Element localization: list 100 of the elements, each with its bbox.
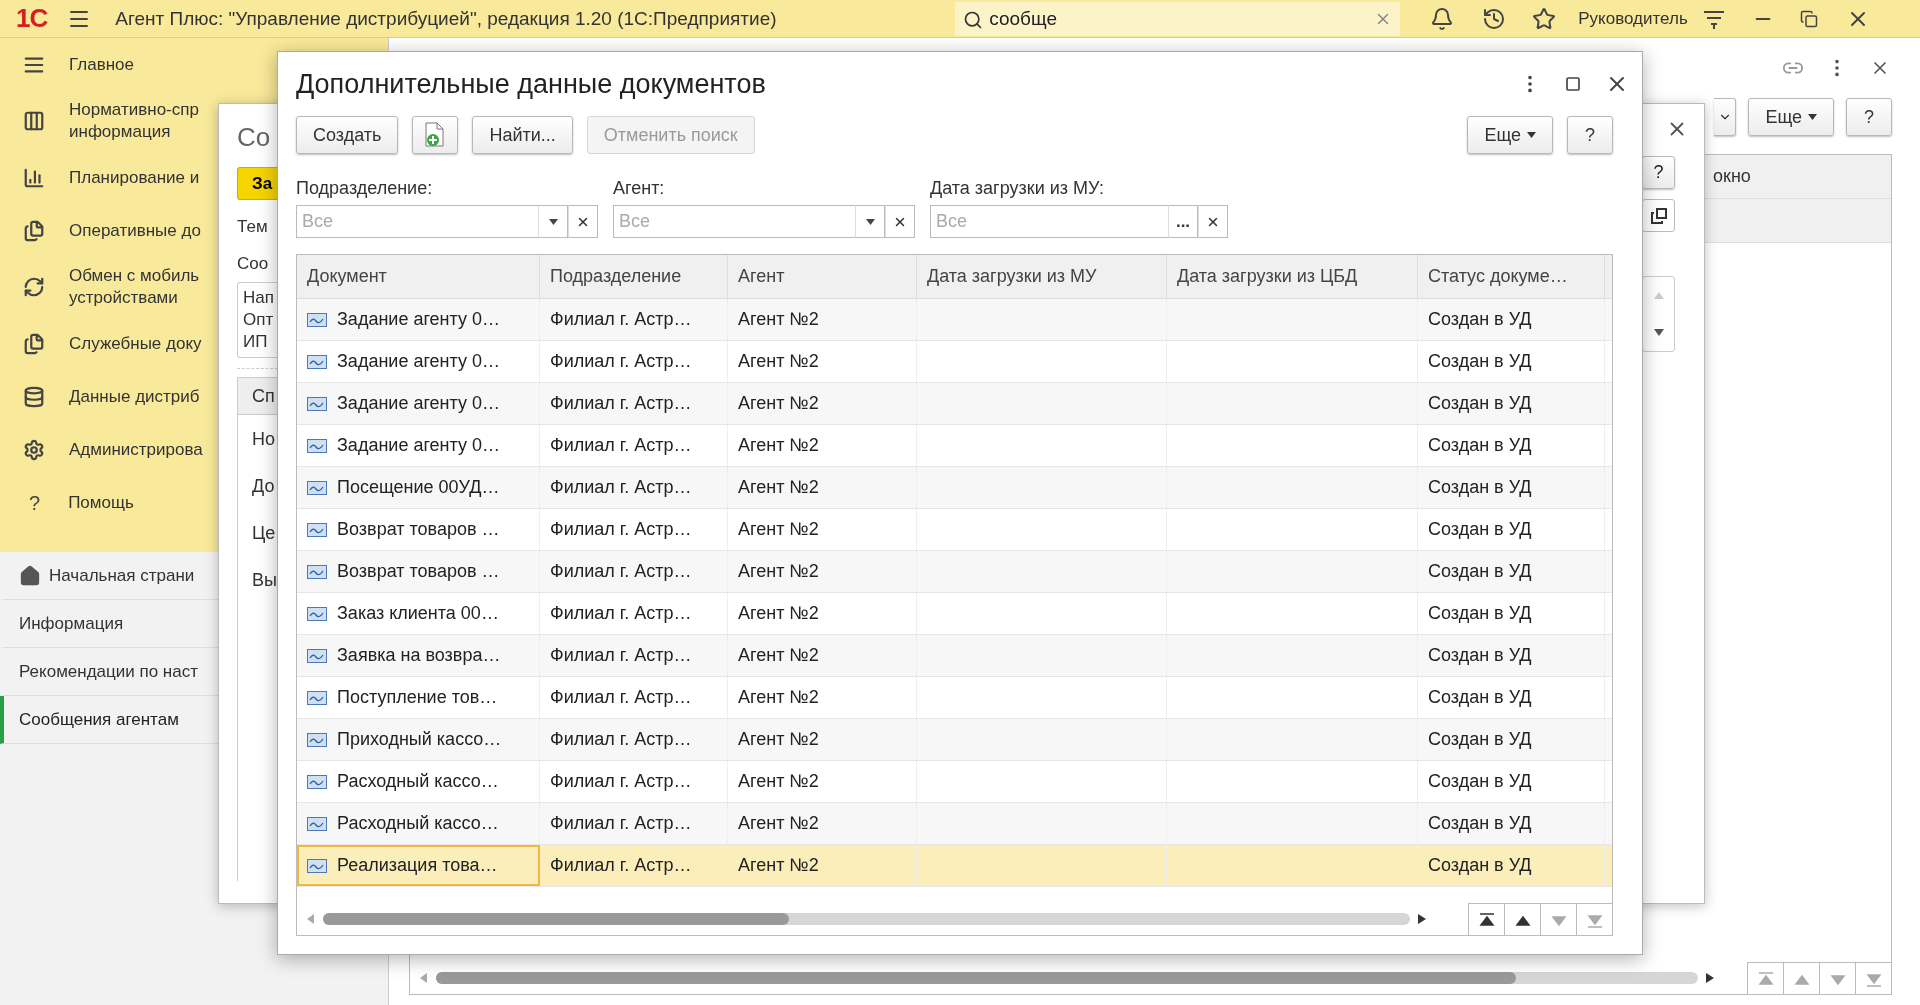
table-cell: Филиал г. Астр…	[550, 687, 692, 708]
document-icon	[307, 732, 327, 747]
section-link[interactable]: Обмен с мобиль устройствами	[69, 265, 200, 309]
history-icon[interactable]	[1482, 6, 1507, 31]
section-link[interactable]: Служебные доку	[69, 332, 202, 355]
table-row[interactable]: Возврат товаров … Филиал г. Астр… Агент №2 Создан в УД	[297, 509, 1612, 551]
table-row[interactable]: Задание агенту 0… Филиал г. Астр… Агент №2 Создан в УД	[297, 383, 1612, 425]
caret-icon	[548, 218, 558, 225]
column-header[interactable]: Статус докуме…	[1418, 255, 1605, 298]
table-row[interactable]: Возврат товаров … Филиал г. Астр… Агент №2 Создан в УД	[297, 551, 1612, 593]
scrollbar-track[interactable]	[323, 913, 1410, 925]
table-row[interactable]: Поступление тов… Филиал г. Астр… Агент №2 Создан в УД	[297, 677, 1612, 719]
section-link[interactable]: Нормативно-спр информация	[69, 99, 199, 143]
toolbar-button[interactable]: Найти...	[472, 116, 573, 154]
scroll-right-icon[interactable]	[1418, 914, 1426, 924]
column-header[interactable]: Подразделение	[540, 255, 728, 298]
tab[interactable]: Сп	[237, 377, 278, 415]
toolbar-button[interactable]: Создать	[296, 116, 399, 154]
section-link[interactable]: Администрирова	[69, 438, 203, 461]
help-button[interactable]: ?	[1642, 156, 1675, 189]
help-button[interactable]: ?	[1846, 98, 1892, 136]
help-button[interactable]: ?	[1567, 116, 1613, 154]
column-header[interactable]: Агент	[728, 255, 917, 298]
table-cell: Задание агенту 0…	[337, 393, 500, 414]
caret-icon	[865, 218, 875, 225]
dropdown-button[interactable]	[538, 205, 568, 238]
down-icon[interactable]	[1653, 329, 1664, 336]
section-link[interactable]: Главное	[69, 53, 134, 76]
table-cell: Создан в УД	[1428, 393, 1532, 414]
filter-field[interactable]: Все	[930, 205, 1168, 238]
scroll-up-button[interactable]	[1504, 903, 1540, 935]
table-cell: Агент №2	[738, 435, 819, 456]
user-name[interactable]: Руководитель	[1578, 8, 1688, 29]
filter-label: Подразделение:	[296, 178, 434, 199]
caret-icon	[1808, 114, 1817, 120]
section-link[interactable]: Данные дистриб	[69, 385, 200, 408]
maximize-icon[interactable]	[1565, 76, 1581, 92]
field-label: Тем	[237, 217, 269, 237]
table-cell: Задание агенту 0…	[337, 435, 500, 456]
add-document-button[interactable]	[412, 116, 459, 154]
document-icon	[307, 648, 327, 663]
table-cell: Реализация това…	[337, 855, 498, 876]
table-row[interactable]: Посещение 00УД… Филиал г. Астр… Агент №2 Создан в УД	[297, 467, 1612, 509]
table-row[interactable]: Задание агенту 0… Филиал г. Астр… Агент №2 Создан в УД	[297, 425, 1612, 467]
filter-label: Дата загрузки из МУ:	[930, 178, 1106, 199]
column-header[interactable]: Документ	[297, 255, 540, 298]
table-row[interactable]: Реализация това… Филиал г. Астр… Агент №2 Создан в УД	[297, 845, 1612, 887]
table-cell: Филиал г. Астр…	[550, 351, 692, 372]
filter-field[interactable]: Все	[296, 205, 538, 238]
table-cell: Агент №2	[738, 477, 819, 498]
section-link[interactable]: Помощь	[68, 491, 134, 514]
table-row[interactable]: Расходный кассо… Филиал г. Астр… Агент №2 Создан в УД	[297, 761, 1612, 803]
table-cell: Агент №2	[738, 603, 819, 624]
document-icon	[307, 858, 327, 873]
table-cell: Создан в УД	[1428, 435, 1532, 456]
section-icon	[23, 219, 45, 242]
table-row[interactable]: Расходный кассо… Филиал г. Астр… Агент №2 Создан в УД	[297, 803, 1612, 845]
clear-button[interactable]	[1198, 205, 1228, 238]
scroll-right-icon[interactable]	[1706, 973, 1714, 983]
caret-icon	[1527, 132, 1536, 138]
document-icon	[307, 690, 327, 705]
table-row[interactable]: Заказ клиента 00… Филиал г. Астр… Агент №2 Создан в УД	[297, 593, 1612, 635]
scrollbar-thumb[interactable]	[323, 913, 789, 925]
section-link[interactable]: Планирование и	[69, 166, 200, 189]
dropdown-button[interactable]	[855, 205, 885, 238]
more-button[interactable]: Еще	[1467, 116, 1553, 154]
table-cell: Агент №2	[738, 687, 819, 708]
field-label: Це	[252, 523, 277, 544]
dialog-title: Дополнительные данные документов	[296, 68, 767, 100]
table-cell: Филиал г. Астр…	[550, 813, 692, 834]
table-row[interactable]: Заявка на возвра… Филиал г. Астр… Агент №2 Создан в УД	[297, 635, 1612, 677]
table-cell: Агент №2	[738, 309, 819, 330]
table-cell: Задание агенту 0…	[337, 309, 500, 330]
table-row[interactable]: Задание агенту 0… Филиал г. Астр… Агент №2 Создан в УД	[297, 299, 1612, 341]
table-cell: Создан в УД	[1428, 519, 1532, 540]
primary-button[interactable]: За	[237, 167, 278, 200]
more-button[interactable]: Еще	[1748, 98, 1834, 136]
section-icon	[23, 438, 45, 461]
table-cell: Агент №2	[738, 351, 819, 372]
scroll-first-button[interactable]	[1468, 903, 1504, 935]
new-window-icon	[1649, 206, 1668, 225]
table-cell: Расходный кассо…	[337, 813, 499, 834]
table-row[interactable]: Задание агенту 0… Филиал г. Астр… Агент №2 Создан в УД	[297, 341, 1612, 383]
column-header[interactable]: Дата загрузки из ЦБД	[1167, 255, 1418, 298]
column-header[interactable]: Дата загрузки из МУ	[917, 255, 1167, 298]
document-icon	[307, 396, 327, 411]
star-icon[interactable]	[1532, 6, 1557, 31]
restore-icon[interactable]	[1799, 9, 1818, 28]
table-row[interactable]: Приходный кассо… Филиал г. Астр… Агент №2 Создан в УД	[297, 719, 1612, 761]
bell-icon[interactable]	[1430, 6, 1455, 31]
filter-field[interactable]: Все	[613, 205, 855, 238]
document-icon	[307, 354, 327, 369]
table-cell: Агент №2	[738, 561, 819, 582]
select-button[interactable]: ...	[1168, 205, 1198, 238]
search-field[interactable]: сообще	[955, 1, 1401, 36]
section-icon	[23, 332, 45, 355]
table-cell: Возврат товаров …	[337, 519, 500, 540]
section-link[interactable]: Оперативные до	[69, 219, 201, 242]
open-window-button[interactable]	[1642, 199, 1675, 232]
field-label: До	[252, 476, 276, 497]
